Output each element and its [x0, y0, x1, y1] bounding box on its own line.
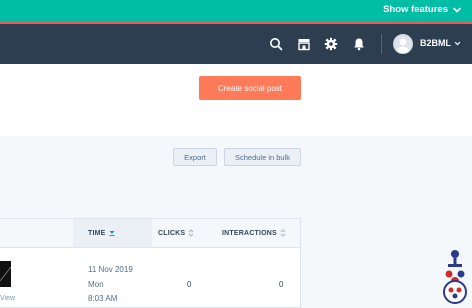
post-weekday: Mon — [88, 280, 104, 289]
sort-icon — [188, 229, 194, 237]
interactions-value: 0 — [279, 280, 284, 289]
post-date: 11 Nov 2019 — [88, 265, 133, 274]
column-header-clicks[interactable]: CLICKS — [158, 229, 194, 237]
post-time: 8:03 AM — [88, 294, 118, 303]
sort-descending-icon — [109, 231, 115, 236]
settings-icon[interactable] — [323, 36, 339, 52]
table-header: TIME CLICKS INTERACTIONS — [0, 219, 300, 248]
chevron-down-icon — [453, 7, 461, 13]
export-label: Export — [184, 152, 206, 162]
sort-icon — [280, 229, 286, 237]
app-page: Show features B2BML Create social post E… — [0, 0, 472, 308]
column-header-interactions-label: INTERACTIONS — [222, 229, 277, 237]
search-icon[interactable] — [268, 36, 284, 52]
account-name: B2BML — [420, 38, 451, 48]
show-features-toggle[interactable]: Show features — [383, 4, 462, 15]
column-header-interactions[interactable]: INTERACTIONS — [222, 229, 286, 237]
user-silhouette-icon — [396, 38, 410, 53]
schedule-in-bulk-label: Schedule in bulk — [234, 152, 291, 162]
create-social-post-button[interactable]: Create social post — [199, 76, 301, 100]
page-header — [0, 64, 472, 137]
column-header-clicks-label: CLICKS — [158, 229, 186, 237]
post-image-icon — [0, 261, 11, 287]
chevron-down-icon — [454, 41, 461, 45]
feature-discovery-bar: Show features — [0, 0, 472, 24]
nav-divider — [381, 34, 382, 54]
posts-table: TIME CLICKS INTERACTIONS View 11 Nov 201… — [0, 218, 301, 308]
floating-help-widget-icon[interactable] — [440, 248, 470, 306]
notifications-icon[interactable] — [351, 36, 367, 52]
post-thumbnail[interactable] — [0, 261, 11, 287]
column-header-time[interactable]: TIME — [88, 229, 115, 237]
export-button[interactable]: Export — [173, 148, 217, 166]
schedule-in-bulk-button[interactable]: Schedule in bulk — [224, 148, 301, 166]
column-header-time-label: TIME — [88, 229, 106, 237]
marketplace-icon[interactable] — [296, 36, 312, 52]
show-features-label: Show features — [383, 4, 448, 15]
create-social-post-label: Create social post — [217, 83, 283, 93]
view-post-link[interactable]: View — [0, 295, 15, 302]
avatar[interactable] — [393, 34, 413, 54]
account-menu[interactable]: B2BML — [420, 38, 461, 48]
clicks-value: 0 — [187, 280, 192, 289]
top-navigation: B2BML — [0, 24, 472, 64]
